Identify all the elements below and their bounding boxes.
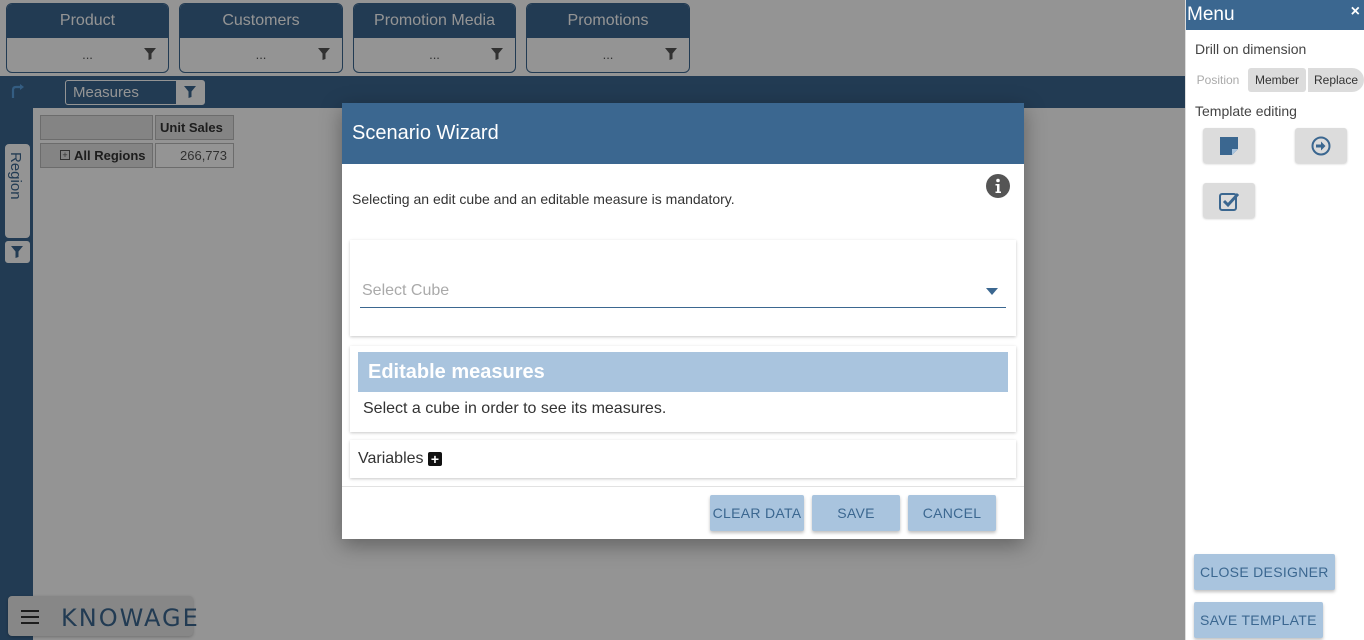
menu-title: Menu <box>1187 4 1235 25</box>
checkbox-edit-button[interactable] <box>1203 183 1255 218</box>
variables-card: Variables + <box>350 440 1016 478</box>
info-icon[interactable] <box>986 174 1010 198</box>
select-cube-dropdown[interactable]: Select Cube <box>360 280 1006 308</box>
sticky-note-button[interactable] <box>1203 128 1255 163</box>
add-variable-icon[interactable]: + <box>428 452 442 466</box>
close-icon[interactable]: × <box>1351 3 1360 21</box>
clear-data-button[interactable]: CLEAR DATA <box>710 495 804 531</box>
editable-measures-text: Select a cube in order to see its measur… <box>363 400 667 417</box>
drill-option-member[interactable]: Member <box>1248 68 1306 92</box>
variables-label: Variables <box>358 450 424 467</box>
select-cube-placeholder: Select Cube <box>362 282 450 299</box>
save-template-button[interactable]: SAVE TEMPLATE <box>1194 602 1323 638</box>
check-square-icon <box>1219 192 1239 211</box>
side-menu: Menu × Drill on dimension Position Membe… <box>1185 0 1364 640</box>
close-designer-button[interactable]: CLOSE DESIGNER <box>1194 554 1335 590</box>
cancel-button[interactable]: CANCEL <box>908 495 996 531</box>
chevron-down-icon <box>986 288 998 295</box>
sticky-note-icon <box>1220 137 1238 155</box>
drill-options: Position Member Replace <box>1190 68 1364 92</box>
dialog-intro-text: Selecting an edit cube and an editable m… <box>352 191 735 207</box>
drill-option-replace[interactable]: Replace <box>1308 68 1364 92</box>
editable-measures-title: Editable measures <box>358 352 1008 392</box>
drill-option-position[interactable]: Position <box>1190 68 1246 92</box>
menu-header: Menu × <box>1186 0 1364 30</box>
scenario-wizard-dialog: Scenario Wizard Selecting an edit cube a… <box>342 103 1024 539</box>
template-title: Template editing <box>1195 103 1297 119</box>
navigate-button[interactable] <box>1295 128 1347 163</box>
dialog-title: Scenario Wizard <box>342 103 1024 164</box>
arrow-circle-right-icon <box>1311 136 1331 156</box>
editable-measures-card: Editable measures Select a cube in order… <box>350 346 1016 432</box>
drill-title: Drill on dimension <box>1195 41 1307 57</box>
save-button[interactable]: SAVE <box>812 495 900 531</box>
cube-select-card: Select Cube <box>350 240 1016 336</box>
dialog-divider <box>342 486 1024 487</box>
